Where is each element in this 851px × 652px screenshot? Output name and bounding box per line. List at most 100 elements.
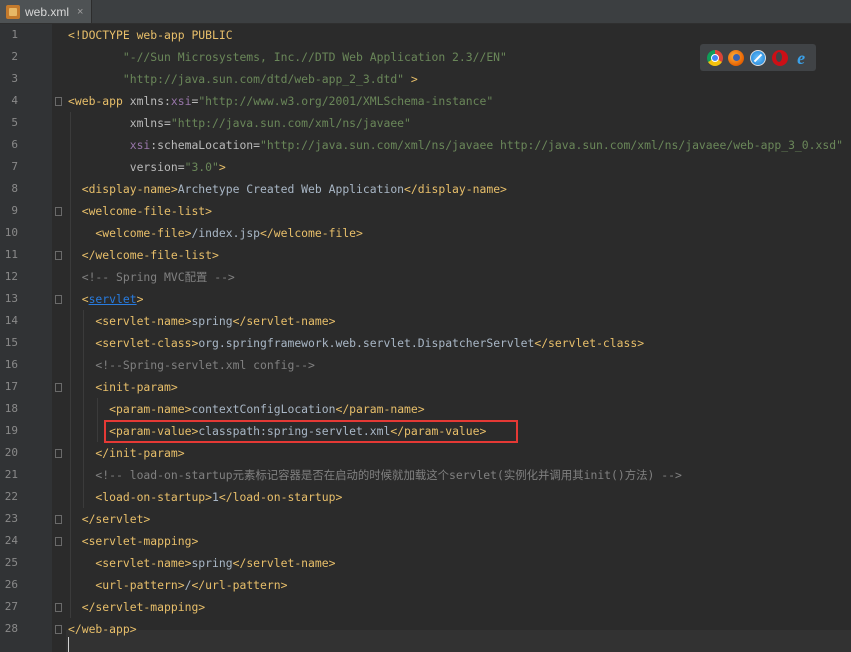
- code-token: spring: [191, 314, 233, 328]
- close-tab-icon[interactable]: ×: [77, 6, 83, 18]
- code-line[interactable]: xsi:schemaLocation="http://java.sun.com/…: [68, 134, 843, 156]
- code-line[interactable]: <servlet-name>spring</servlet-name>: [68, 552, 335, 574]
- code-token: </servlet>: [68, 512, 151, 526]
- code-token: "-//Sun Microsystems, Inc.//DTD Web Appl…: [68, 50, 507, 64]
- code-token: <!-- load-on-startup元素标记容器是否在启动的时候就加载这个s…: [68, 468, 682, 482]
- code-line[interactable]: <servlet-class>org.springframework.web.s…: [68, 332, 644, 354]
- code-token: "3.0": [184, 160, 219, 174]
- code-line[interactable]: <servlet-name>spring</servlet-name>: [68, 310, 335, 332]
- code-line[interactable]: <!DOCTYPE web-app PUBLIC: [68, 24, 233, 46]
- code-line[interactable]: "http://java.sun.com/dtd/web-app_2_3.dtd…: [68, 68, 418, 90]
- line-number: 16: [4, 358, 18, 371]
- firefox-icon[interactable]: [728, 49, 745, 66]
- code-line[interactable]: version="3.0">: [68, 156, 226, 178]
- code-token: xsi: [68, 138, 151, 152]
- code-line[interactable]: <!-- Spring MVC配置 -->: [68, 266, 235, 288]
- code-line[interactable]: <welcome-file-list>: [68, 200, 212, 222]
- code-line[interactable]: "-//Sun Microsystems, Inc.//DTD Web Appl…: [68, 46, 507, 68]
- code-line[interactable]: </servlet-mapping>: [68, 596, 205, 618]
- code-token: servlet: [88, 292, 137, 306]
- code-token: <!DOCTYPE web-app PUBLIC: [68, 28, 233, 42]
- code-token: </servlet-class>: [534, 336, 645, 350]
- code-line[interactable]: <web-app xmlns:xsi="http://www.w3.org/20…: [68, 90, 493, 112]
- line-number: 12: [4, 270, 18, 283]
- code-token: <init-param>: [68, 380, 178, 394]
- code-line[interactable]: xmlns="http://java.sun.com/xml/ns/javaee…: [68, 112, 411, 134]
- code-line[interactable]: <!--Spring-servlet.xml config-->: [68, 354, 315, 376]
- code-line[interactable]: <!-- load-on-startup元素标记容器是否在启动的时候就加载这个s…: [68, 464, 682, 486]
- code-line[interactable]: <servlet>: [68, 288, 144, 310]
- code-token: <servlet-name>: [68, 556, 192, 570]
- fold-toggle-icon[interactable]: [55, 295, 62, 304]
- code-token: <welcome-file-list>: [68, 204, 213, 218]
- code-line[interactable]: <init-param>: [68, 376, 178, 398]
- fold-toggle-icon[interactable]: [55, 625, 62, 634]
- ie-icon[interactable]: e: [793, 49, 809, 67]
- code-token: spring: [191, 556, 233, 570]
- code-token: >: [404, 72, 418, 86]
- code-token: </welcome-file-list>: [68, 248, 219, 262]
- fold-toggle-icon[interactable]: [55, 97, 62, 106]
- fold-toggle-icon[interactable]: [55, 603, 62, 612]
- code-token: <servlet-class>: [68, 336, 199, 350]
- code-token: xmlns:: [129, 94, 171, 108]
- code-token: /index.jsp: [191, 226, 261, 240]
- line-number: 5: [11, 116, 18, 129]
- code-token: </display-name>: [404, 182, 507, 196]
- line-number: 25: [4, 556, 18, 569]
- code-token: </init-param>: [68, 446, 185, 460]
- line-number: 27: [4, 600, 18, 613]
- fold-toggle-icon[interactable]: [55, 515, 62, 524]
- code-line[interactable]: <servlet-mapping>: [68, 530, 199, 552]
- fold-column: [52, 24, 66, 652]
- code-line[interactable]: </init-param>: [68, 442, 185, 464]
- tab-web-xml[interactable]: web.xml ×: [0, 0, 92, 23]
- line-number: 13: [4, 292, 18, 305]
- code-token: <!-- Spring MVC配置 -->: [68, 270, 235, 284]
- code-token: "http://java.sun.com/dtd/web-app_2_3.dtd…: [68, 72, 405, 86]
- line-number: 8: [11, 182, 18, 195]
- chrome-icon[interactable]: [706, 49, 723, 66]
- code-token: <display-name>: [68, 182, 178, 196]
- fold-toggle-icon[interactable]: [55, 207, 62, 216]
- fold-toggle-icon[interactable]: [55, 449, 62, 458]
- code-line[interactable]: </web-app>: [68, 618, 137, 640]
- code-token: >: [136, 292, 144, 306]
- code-line[interactable]: <display-name>Archetype Created Web Appl…: [68, 178, 507, 200]
- code-line[interactable]: <param-name>contextConfigLocation</param…: [68, 398, 424, 420]
- opera-icon[interactable]: [771, 49, 788, 66]
- line-number: 21: [4, 468, 18, 481]
- code-token: Archetype Created Web Application: [177, 182, 405, 196]
- code-token: <url-pattern>: [68, 578, 185, 592]
- current-line-highlight: [66, 630, 851, 652]
- code-line[interactable]: <load-on-startup>1</load-on-startup>: [68, 486, 342, 508]
- safari-icon[interactable]: [749, 49, 766, 66]
- code-line[interactable]: </welcome-file-list>: [68, 244, 219, 266]
- browser-preview-toolbar: e: [700, 44, 816, 71]
- code-line[interactable]: <welcome-file>/index.jsp</welcome-file>: [68, 222, 362, 244]
- code-token: <!--Spring-servlet.xml config-->: [68, 358, 315, 372]
- fold-toggle-icon[interactable]: [55, 537, 62, 546]
- code-token: "http://java.sun.com/xml/ns/javaee": [170, 116, 411, 130]
- code-token: <: [68, 292, 89, 306]
- fold-toggle-icon[interactable]: [55, 383, 62, 392]
- code-token: <web-app: [68, 94, 130, 108]
- code-line[interactable]: </servlet>: [68, 508, 151, 530]
- line-number: 2: [11, 50, 18, 63]
- code-line[interactable]: <url-pattern>/</url-pattern>: [68, 574, 287, 596]
- code-token: "http://www.w3.org/2001/XMLSchema-instan…: [198, 94, 494, 108]
- line-number: 15: [4, 336, 18, 349]
- code-token: <welcome-file>: [68, 226, 192, 240]
- highlight-box: [104, 420, 518, 443]
- line-number: 7: [11, 160, 18, 173]
- code-token: contextConfigLocation: [191, 402, 336, 416]
- line-number: 10: [4, 226, 18, 239]
- line-number: 11: [4, 248, 18, 261]
- code-token: version=: [68, 160, 185, 174]
- fold-toggle-icon[interactable]: [55, 251, 62, 260]
- line-number: 19: [4, 424, 18, 437]
- code-token: </web-app>: [68, 622, 137, 636]
- code-token: <load-on-startup>: [68, 490, 213, 504]
- line-number: 9: [11, 204, 18, 217]
- text-caret: [68, 637, 69, 652]
